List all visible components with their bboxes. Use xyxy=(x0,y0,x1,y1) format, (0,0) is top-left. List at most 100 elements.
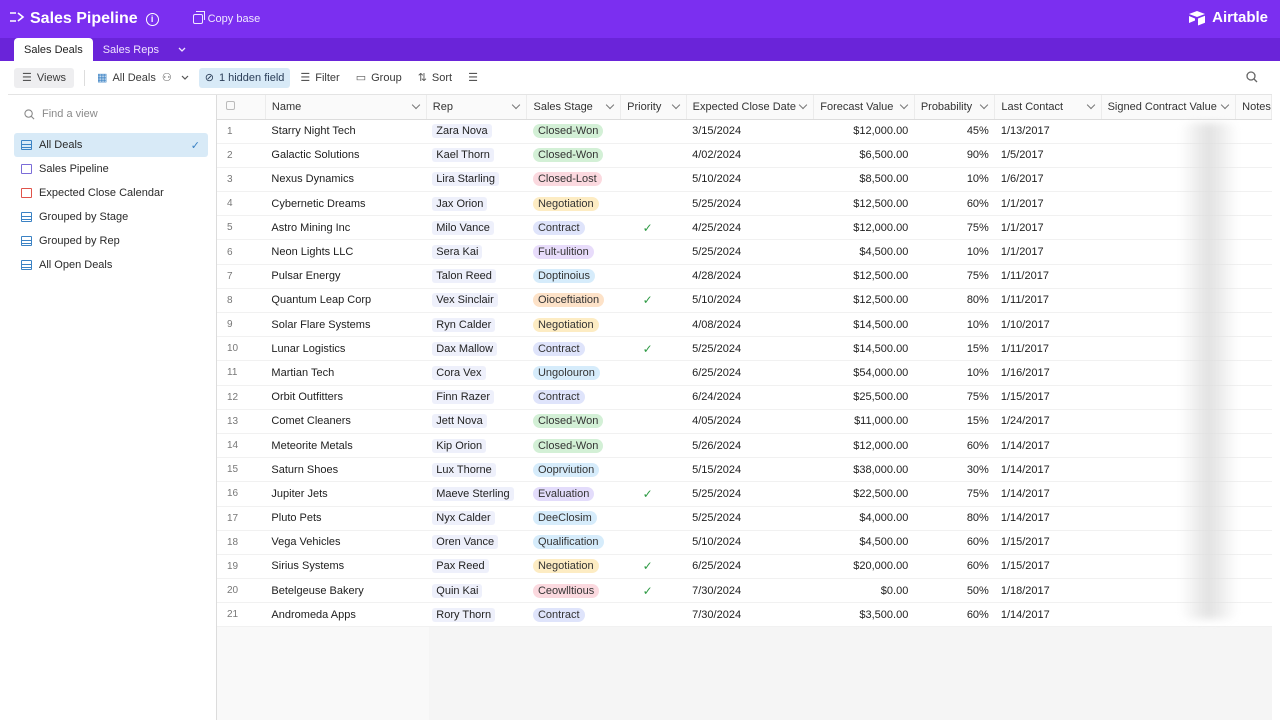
expected-close-date-cell[interactable]: 5/10/2024 xyxy=(686,167,814,193)
row-number[interactable]: 18 xyxy=(217,530,266,555)
row-number[interactable]: 9 xyxy=(217,312,266,338)
tab-sales-reps[interactable]: Sales Reps xyxy=(93,38,169,61)
probability-cell[interactable]: 10% xyxy=(914,239,995,265)
find-view-input[interactable]: Find a view xyxy=(8,95,216,133)
expected-close-date-cell[interactable]: 7/30/2024 xyxy=(686,602,814,628)
expected-close-date-cell[interactable]: 7/30/2024 xyxy=(686,578,814,604)
notes-cell[interactable] xyxy=(1235,239,1272,265)
name-cell[interactable]: Quantum Leap Corp xyxy=(265,288,427,314)
forecast-value-cell[interactable]: $8,500.00 xyxy=(813,167,915,193)
last-contact-cell[interactable]: 1/6/2017 xyxy=(994,167,1102,193)
chevron-down-icon[interactable] xyxy=(512,100,521,110)
priority-cell[interactable] xyxy=(620,360,687,386)
priority-cell[interactable] xyxy=(620,409,687,434)
probability-cell[interactable]: 10% xyxy=(914,312,995,338)
table-row[interactable]: 9 Solar Flare Systems Ryn Calder Negotiatio… xyxy=(217,312,1272,338)
forecast-value-cell[interactable]: $4,500.00 xyxy=(813,530,915,555)
probability-cell[interactable]: 60% xyxy=(914,191,995,217)
info-icon[interactable]: i xyxy=(145,12,159,26)
table-row[interactable]: 15 Saturn Shoes Lux Thorne Ooprviution 5/15/… xyxy=(217,457,1272,483)
priority-cell[interactable] xyxy=(620,457,687,483)
notes-cell[interactable] xyxy=(1235,602,1272,628)
rep-cell[interactable]: Quin Kai xyxy=(426,578,527,604)
expected-close-date-cell[interactable]: 6/24/2024 xyxy=(686,385,814,410)
sidebar-item-grouped-by-rep[interactable]: Grouped by Rep xyxy=(14,229,208,253)
column-header-priority[interactable]: Priority xyxy=(620,95,687,120)
name-cell[interactable]: Solar Flare Systems xyxy=(265,312,427,338)
rep-cell[interactable]: Dax Mallow xyxy=(426,336,527,362)
notes-cell[interactable] xyxy=(1235,143,1272,168)
notes-cell[interactable] xyxy=(1235,215,1272,241)
table-row[interactable]: 5 Astro Mining Inc Milo Vance Contract ✓ 4/25… xyxy=(217,215,1272,241)
notes-cell[interactable] xyxy=(1235,312,1272,338)
name-cell[interactable]: Pulsar Energy xyxy=(265,264,427,289)
probability-cell[interactable]: 45% xyxy=(914,119,995,144)
priority-cell[interactable]: ✓ xyxy=(620,481,687,507)
forecast-value-cell[interactable]: $54,000.00 xyxy=(813,360,915,386)
rep-cell[interactable]: Pax Reed xyxy=(426,554,527,580)
last-contact-cell[interactable]: 1/15/2017 xyxy=(994,554,1102,580)
probability-cell[interactable]: 50% xyxy=(914,578,995,604)
probability-cell[interactable]: 80% xyxy=(914,506,995,531)
notes-cell[interactable] xyxy=(1235,554,1272,580)
column-header-name[interactable]: Name xyxy=(265,95,427,120)
notes-cell[interactable] xyxy=(1235,457,1272,483)
expected-close-date-cell[interactable]: 6/25/2024 xyxy=(686,554,814,580)
rep-cell[interactable]: Milo Vance xyxy=(426,215,527,241)
sales-stage-cell[interactable]: Closed-Won xyxy=(526,143,621,168)
notes-cell[interactable] xyxy=(1235,433,1272,459)
chevron-down-icon[interactable] xyxy=(671,100,680,110)
table-row[interactable]: 18 Vega Vehicles Oren Vance Qualification 5/… xyxy=(217,530,1272,555)
row-number[interactable]: 1 xyxy=(217,119,266,144)
expected-close-date-cell[interactable]: 4/25/2024 xyxy=(686,215,814,241)
probability-cell[interactable]: 75% xyxy=(914,385,995,410)
row-number[interactable]: 14 xyxy=(217,433,266,459)
last-contact-cell[interactable]: 1/15/2017 xyxy=(994,385,1102,410)
probability-cell[interactable]: 75% xyxy=(914,481,995,507)
notes-cell[interactable] xyxy=(1235,578,1272,604)
name-cell[interactable]: Galactic Solutions xyxy=(265,143,427,168)
chevron-down-icon[interactable] xyxy=(1086,100,1095,110)
sidebar-item-grouped-by-stage[interactable]: Grouped by Stage xyxy=(14,205,208,229)
table-row[interactable]: 8 Quantum Leap Corp Vex Sinclair Oioceftiat… xyxy=(217,288,1272,314)
name-cell[interactable]: Neon Lights LLC xyxy=(265,239,427,265)
sales-stage-cell[interactable]: Ooprviution xyxy=(526,457,621,483)
sales-stage-cell[interactable]: Contract xyxy=(526,215,621,241)
row-number[interactable]: 7 xyxy=(217,264,266,289)
priority-cell[interactable] xyxy=(620,530,687,555)
notes-cell[interactable] xyxy=(1235,530,1272,555)
expected-close-date-cell[interactable]: 6/25/2024 xyxy=(686,360,814,386)
column-header-rep[interactable]: Rep xyxy=(426,95,528,120)
sales-stage-cell[interactable]: Closed-Won xyxy=(526,119,621,144)
probability-cell[interactable]: 60% xyxy=(914,530,995,555)
rep-cell[interactable]: Lux Thorne xyxy=(426,457,527,483)
row-number[interactable]: 19 xyxy=(217,554,266,580)
priority-cell[interactable]: ✓ xyxy=(620,578,687,604)
expected-close-date-cell[interactable]: 5/25/2024 xyxy=(686,239,814,265)
chevron-down-icon[interactable] xyxy=(1220,100,1230,110)
probability-cell[interactable]: 60% xyxy=(914,554,995,580)
notes-cell[interactable] xyxy=(1235,264,1272,289)
last-contact-cell[interactable]: 1/16/2017 xyxy=(994,360,1102,386)
notes-cell[interactable] xyxy=(1235,167,1272,193)
priority-cell[interactable] xyxy=(620,264,687,289)
chevron-down-icon[interactable] xyxy=(605,100,615,110)
table-row[interactable]: 17 Pluto Pets Nyx Calder DeeClosim 5/25/2024… xyxy=(217,506,1272,531)
row-number[interactable]: 21 xyxy=(217,602,266,628)
probability-cell[interactable]: 10% xyxy=(914,167,995,193)
last-contact-cell[interactable]: 1/1/2017 xyxy=(994,215,1102,241)
name-cell[interactable]: Betelgeuse Bakery xyxy=(265,578,427,604)
priority-cell[interactable] xyxy=(620,385,687,410)
probability-cell[interactable]: 60% xyxy=(914,602,995,628)
rep-cell[interactable]: Rory Thorn xyxy=(426,602,527,628)
name-cell[interactable]: Comet Cleaners xyxy=(265,409,427,434)
forecast-value-cell[interactable]: $14,500.00 xyxy=(813,336,915,362)
column-header-sales-stage[interactable]: Sales Stage xyxy=(526,95,622,120)
row-number[interactable]: 2 xyxy=(217,143,266,168)
forecast-value-cell[interactable]: $4,000.00 xyxy=(813,506,915,531)
row-number[interactable]: 10 xyxy=(217,336,266,362)
name-cell[interactable]: Meteorite Metals xyxy=(265,433,427,459)
name-cell[interactable]: Orbit Outfitters xyxy=(265,385,427,410)
select-all-checkbox[interactable] xyxy=(226,100,235,110)
probability-cell[interactable]: 15% xyxy=(914,336,995,362)
